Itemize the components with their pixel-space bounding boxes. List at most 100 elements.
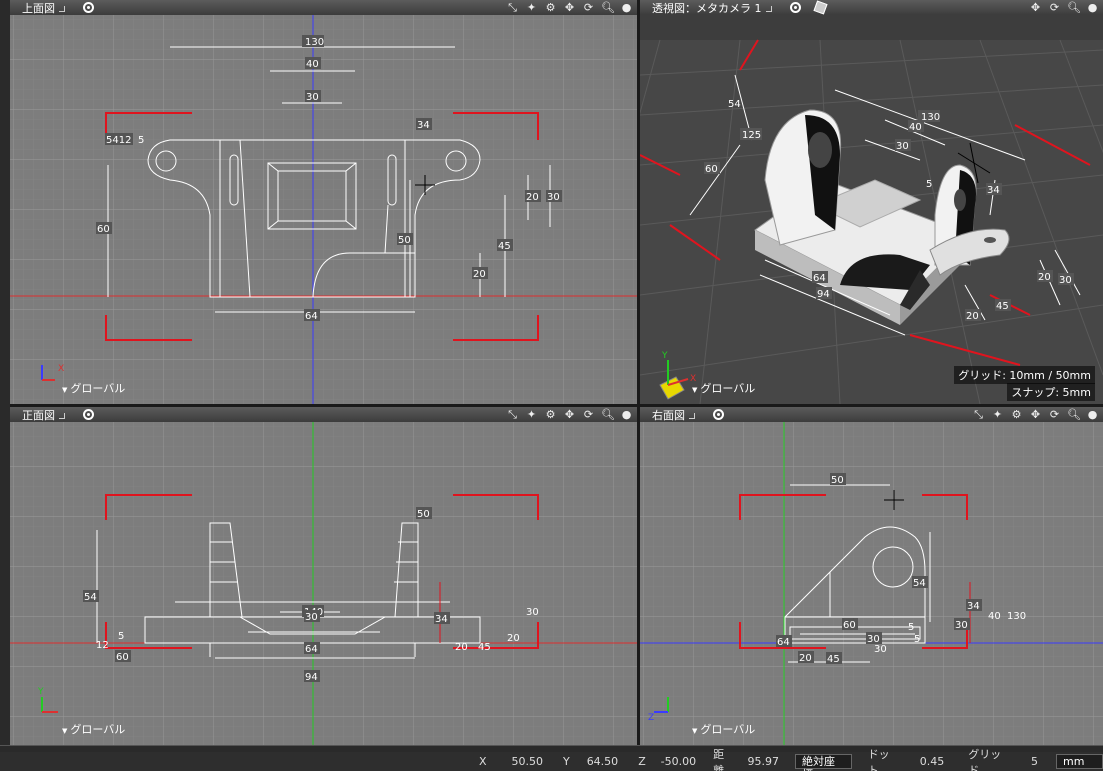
rotate-icon[interactable]: ⟳ bbox=[582, 408, 595, 421]
front-viewport[interactable]: 正面図 ⤡ ✦ ⚙ ✥ ⟳ 🔍︎ ● 50 54 30 34 64 94 5 1… bbox=[10, 407, 637, 745]
rotate-icon[interactable]: ⟳ bbox=[582, 1, 595, 14]
svg-text:30: 30 bbox=[547, 192, 560, 203]
cube-icon[interactable] bbox=[812, 0, 828, 15]
svg-text:60: 60 bbox=[116, 652, 129, 663]
svg-text:45: 45 bbox=[996, 301, 1009, 312]
front-viewport-title[interactable]: 正面図 bbox=[10, 407, 65, 423]
pan-icon[interactable]: ✥ bbox=[1029, 408, 1042, 421]
svg-text:Y: Y bbox=[37, 687, 44, 697]
svg-text:45: 45 bbox=[478, 642, 491, 653]
pan-icon[interactable]: ✥ bbox=[1029, 1, 1042, 14]
perspective-viewport-title[interactable]: 透視図：メタカメラ 1 bbox=[640, 0, 772, 16]
target-icon[interactable] bbox=[83, 2, 94, 13]
pan-icon[interactable]: ✥ bbox=[563, 1, 576, 14]
top-viewport[interactable]: 上面図 ⤡ ✦ ⚙ ✥ ⟳ 🔍︎ ● 130 40 30 34 5412 5 6… bbox=[10, 0, 637, 404]
svg-text:34: 34 bbox=[417, 120, 430, 131]
gear-icon[interactable]: ⚙ bbox=[544, 1, 557, 14]
svg-text:64: 64 bbox=[305, 644, 318, 655]
svg-text:94: 94 bbox=[305, 672, 318, 683]
target-icon[interactable] bbox=[789, 2, 801, 13]
svg-text:125: 125 bbox=[742, 130, 761, 141]
top-viewport-title[interactable]: 上面図 bbox=[10, 0, 65, 16]
grid-value: 5 bbox=[1031, 755, 1039, 768]
gear-icon[interactable]: ⚙ bbox=[1010, 408, 1023, 421]
zoom-region-icon[interactable]: ⤡ bbox=[506, 1, 519, 14]
distance-label: 距離 bbox=[713, 747, 725, 771]
y-value: 64.50 bbox=[586, 755, 619, 768]
svg-text:30: 30 bbox=[1059, 275, 1072, 286]
svg-text:54: 54 bbox=[913, 578, 926, 589]
svg-text:X: X bbox=[58, 364, 64, 374]
svg-text:20: 20 bbox=[799, 653, 812, 664]
zoom-icon[interactable]: 🔍︎ bbox=[1067, 408, 1081, 421]
svg-text:5: 5 bbox=[926, 179, 932, 190]
svg-text:130: 130 bbox=[1007, 611, 1026, 622]
fit-icon[interactable]: ✦ bbox=[991, 408, 1004, 421]
svg-text:60: 60 bbox=[705, 164, 718, 175]
right-coord-system[interactable]: ▼ グローバル bbox=[692, 721, 755, 737]
right-view-canvas[interactable]: 50 54 34 40 130 30 60 30 5 64 20 45 30 5… bbox=[640, 422, 1103, 745]
svg-text:5412: 5412 bbox=[106, 135, 131, 146]
display-icon[interactable]: ● bbox=[1086, 1, 1099, 14]
top-viewport-toolbar: 上面図 ⤡ ✦ ⚙ ✥ ⟳ 🔍︎ ● bbox=[10, 0, 637, 15]
fit-icon[interactable]: ✦ bbox=[525, 1, 538, 14]
top-view-canvas[interactable]: 130 40 30 34 5412 5 60 20 30 50 45 20 64… bbox=[10, 15, 637, 404]
right-viewport[interactable]: 右面図 ⤡ ✦ ⚙ ✥ ⟳ 🔍︎ ● 50 54 34 40 130 30 60… bbox=[640, 407, 1103, 745]
y-label: Y bbox=[563, 755, 570, 768]
svg-text:30: 30 bbox=[874, 644, 887, 655]
zoom-region-icon[interactable]: ⤡ bbox=[506, 408, 519, 421]
perspective-canvas[interactable]: 54 130 40 30 60 34 5 125 64 94 20 30 45 … bbox=[640, 15, 1103, 404]
top-coord-system[interactable]: ▼ グローバル bbox=[62, 380, 125, 396]
pan-icon[interactable]: ✥ bbox=[563, 408, 576, 421]
svg-text:34: 34 bbox=[435, 614, 448, 625]
coord-mode-select[interactable]: 絶対座標 bbox=[795, 754, 852, 771]
svg-text:45: 45 bbox=[827, 654, 840, 665]
display-icon[interactable]: ● bbox=[620, 1, 633, 14]
x-value: 50.50 bbox=[511, 755, 544, 768]
target-icon[interactable] bbox=[713, 409, 724, 420]
zoom-icon[interactable]: 🔍︎ bbox=[601, 1, 615, 14]
svg-text:30: 30 bbox=[526, 607, 539, 618]
svg-text:20: 20 bbox=[507, 633, 520, 644]
svg-text:30: 30 bbox=[306, 92, 319, 103]
svg-text:5: 5 bbox=[914, 634, 920, 645]
z-value: -50.00 bbox=[660, 755, 697, 768]
svg-text:5: 5 bbox=[138, 135, 144, 146]
front-coord-system[interactable]: ▼ グローバル bbox=[62, 721, 125, 737]
front-viewport-toolbar: 正面図 ⤡ ✦ ⚙ ✥ ⟳ 🔍︎ ● bbox=[10, 407, 637, 422]
perspective-viewport[interactable]: 透視図：メタカメラ 1 ✥ ⟳ 🔍︎ ● 54 130 40 30 60 34 … bbox=[640, 0, 1103, 404]
svg-text:30: 30 bbox=[896, 141, 909, 152]
target-icon[interactable] bbox=[83, 409, 94, 420]
zoom-icon[interactable]: 🔍︎ bbox=[1067, 1, 1081, 14]
svg-text:54: 54 bbox=[728, 99, 741, 110]
grid-label: グリッド bbox=[968, 747, 1002, 771]
rotate-icon[interactable]: ⟳ bbox=[1048, 408, 1061, 421]
right-viewport-title[interactable]: 右面図 bbox=[640, 407, 695, 423]
display-icon[interactable]: ● bbox=[1086, 408, 1099, 421]
front-view-canvas[interactable]: 50 54 140 30 34 64 94 5 12 60 20 45 30 2… bbox=[10, 422, 637, 745]
svg-text:40: 40 bbox=[909, 122, 922, 133]
svg-text:40: 40 bbox=[306, 59, 319, 70]
svg-text:20: 20 bbox=[966, 311, 979, 322]
dot-value: 0.45 bbox=[919, 755, 945, 768]
z-label: Z bbox=[638, 755, 646, 768]
svg-text:20: 20 bbox=[455, 642, 468, 653]
svg-text:30: 30 bbox=[305, 612, 318, 623]
svg-text:60: 60 bbox=[843, 620, 856, 631]
svg-text:64: 64 bbox=[305, 311, 318, 322]
rotate-icon[interactable]: ⟳ bbox=[1048, 1, 1061, 14]
zoom-icon[interactable]: 🔍︎ bbox=[601, 408, 615, 421]
gear-icon[interactable]: ⚙ bbox=[544, 408, 557, 421]
dot-label: ドット bbox=[867, 747, 890, 771]
svg-text:12: 12 bbox=[96, 640, 109, 651]
svg-text:20: 20 bbox=[526, 192, 539, 203]
persp-coord-system[interactable]: ▼ グローバル bbox=[692, 380, 755, 396]
fit-icon[interactable]: ✦ bbox=[525, 408, 538, 421]
display-icon[interactable]: ● bbox=[620, 408, 633, 421]
svg-text:60: 60 bbox=[97, 224, 110, 235]
svg-text:Y: Y bbox=[661, 351, 668, 361]
zoom-region-icon[interactable]: ⤡ bbox=[972, 408, 985, 421]
svg-text:130: 130 bbox=[305, 37, 324, 48]
svg-text:5: 5 bbox=[118, 631, 124, 642]
unit-select[interactable]: mm bbox=[1056, 754, 1103, 769]
